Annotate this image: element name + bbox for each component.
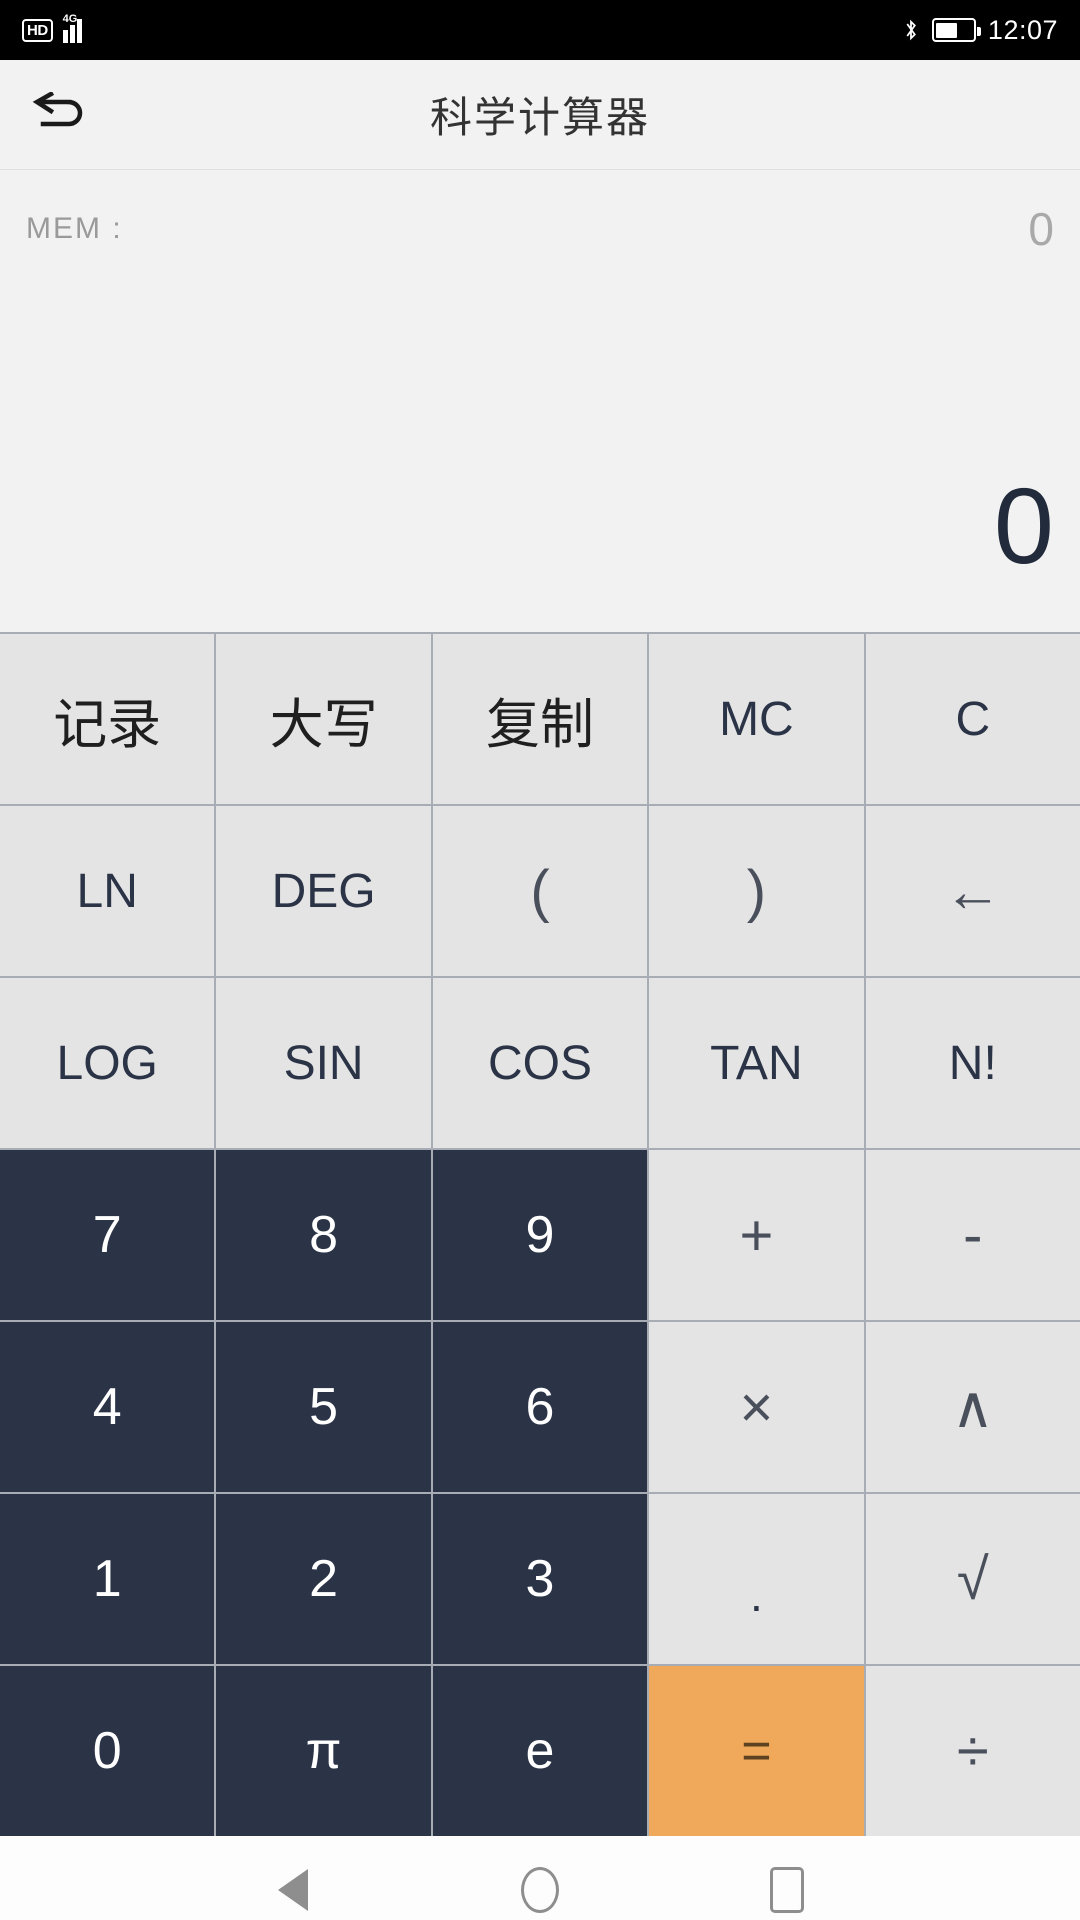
key-cos[interactable]: COS <box>432 978 648 1148</box>
key-deg[interactable]: DEG <box>216 806 431 976</box>
key-tan[interactable]: TAN <box>649 978 864 1148</box>
bluetooth-icon <box>906 19 916 41</box>
key-uppercase[interactable]: 大写 <box>216 634 431 804</box>
key-0[interactable]: 0 <box>0 1666 215 1836</box>
key-mc[interactable]: MC <box>649 634 864 804</box>
nav-recents-icon <box>769 1867 804 1913</box>
nav-back-icon <box>278 1869 309 1911</box>
key-pi[interactable]: π <box>216 1666 431 1836</box>
keypad: 记录 大写 复制 MC C LN DEG() ← LOG SIN COS TAN N! 7 8 9 + - 4 5 6 ×… <box>0 632 1080 1836</box>
key-9[interactable]: 9 <box>432 1150 648 1320</box>
back-arrow-icon <box>32 91 83 126</box>
memory-label: MEM : <box>26 212 123 245</box>
key-sin[interactable]: SIN <box>216 978 431 1148</box>
calculator-display: MEM : 0 0 <box>0 170 1080 632</box>
key-equals[interactable]: = <box>649 1666 864 1836</box>
key-backspace[interactable]: ← <box>865 806 1080 976</box>
status-bar: HD 4G 12:07 <box>0 0 1080 60</box>
key-record[interactable]: 记录 <box>0 634 215 804</box>
key-6[interactable]: 6 <box>432 1322 648 1492</box>
key-decimal[interactable]: . <box>649 1494 864 1664</box>
key-7[interactable]: 7 <box>0 1150 215 1320</box>
android-nav-bar <box>0 1836 1080 1920</box>
key-ln[interactable]: LN <box>0 806 215 976</box>
key-1[interactable]: 1 <box>0 1494 215 1664</box>
key-sqrt[interactable]: √ <box>865 1494 1080 1664</box>
memory-value: 0 <box>1028 203 1054 255</box>
nav-recents-button[interactable] <box>742 1845 832 1920</box>
memory-row: MEM : 0 <box>26 202 1054 256</box>
key-e[interactable]: e <box>432 1666 648 1836</box>
key-plus[interactable]: + <box>649 1150 864 1320</box>
battery-icon <box>931 18 981 42</box>
key-5[interactable]: 5 <box>216 1322 431 1492</box>
back-button[interactable] <box>0 60 120 170</box>
key-power[interactable]: ∧ <box>865 1322 1080 1492</box>
key-multiply[interactable]: × <box>649 1322 864 1492</box>
key-copy[interactable]: 复制 <box>432 634 648 804</box>
status-bar-clock: 12:07 <box>987 14 1058 45</box>
key-2[interactable]: 2 <box>216 1494 431 1664</box>
key-8[interactable]: 8 <box>216 1150 431 1320</box>
nav-home-icon <box>520 1867 559 1913</box>
signal-bars-icon: 4G <box>62 13 89 43</box>
page-title: 科学计算器 <box>429 94 650 141</box>
key-factorial[interactable]: N! <box>865 978 1080 1148</box>
display-value: 0 <box>993 465 1054 586</box>
nav-back-button[interactable] <box>248 1845 338 1920</box>
key-4[interactable]: 4 <box>0 1322 215 1492</box>
hd-icon: HD <box>22 18 53 42</box>
key-3[interactable]: 3 <box>432 1494 648 1664</box>
key-close-paren[interactable]: ) <box>649 806 864 976</box>
nav-home-button[interactable] <box>495 1845 585 1920</box>
key-clear[interactable]: C <box>865 634 1080 804</box>
status-bar-left: HD 4G <box>22 13 89 43</box>
key-open-paren[interactable]: ( <box>432 806 648 976</box>
title-bar: 科学计算器 <box>0 60 1080 170</box>
key-divide[interactable]: ÷ <box>865 1666 1080 1836</box>
network-type-label: 4G <box>62 13 78 25</box>
key-log[interactable]: LOG <box>0 978 215 1148</box>
key-minus[interactable]: - <box>865 1150 1080 1320</box>
status-bar-right: 12:07 <box>902 15 1058 46</box>
